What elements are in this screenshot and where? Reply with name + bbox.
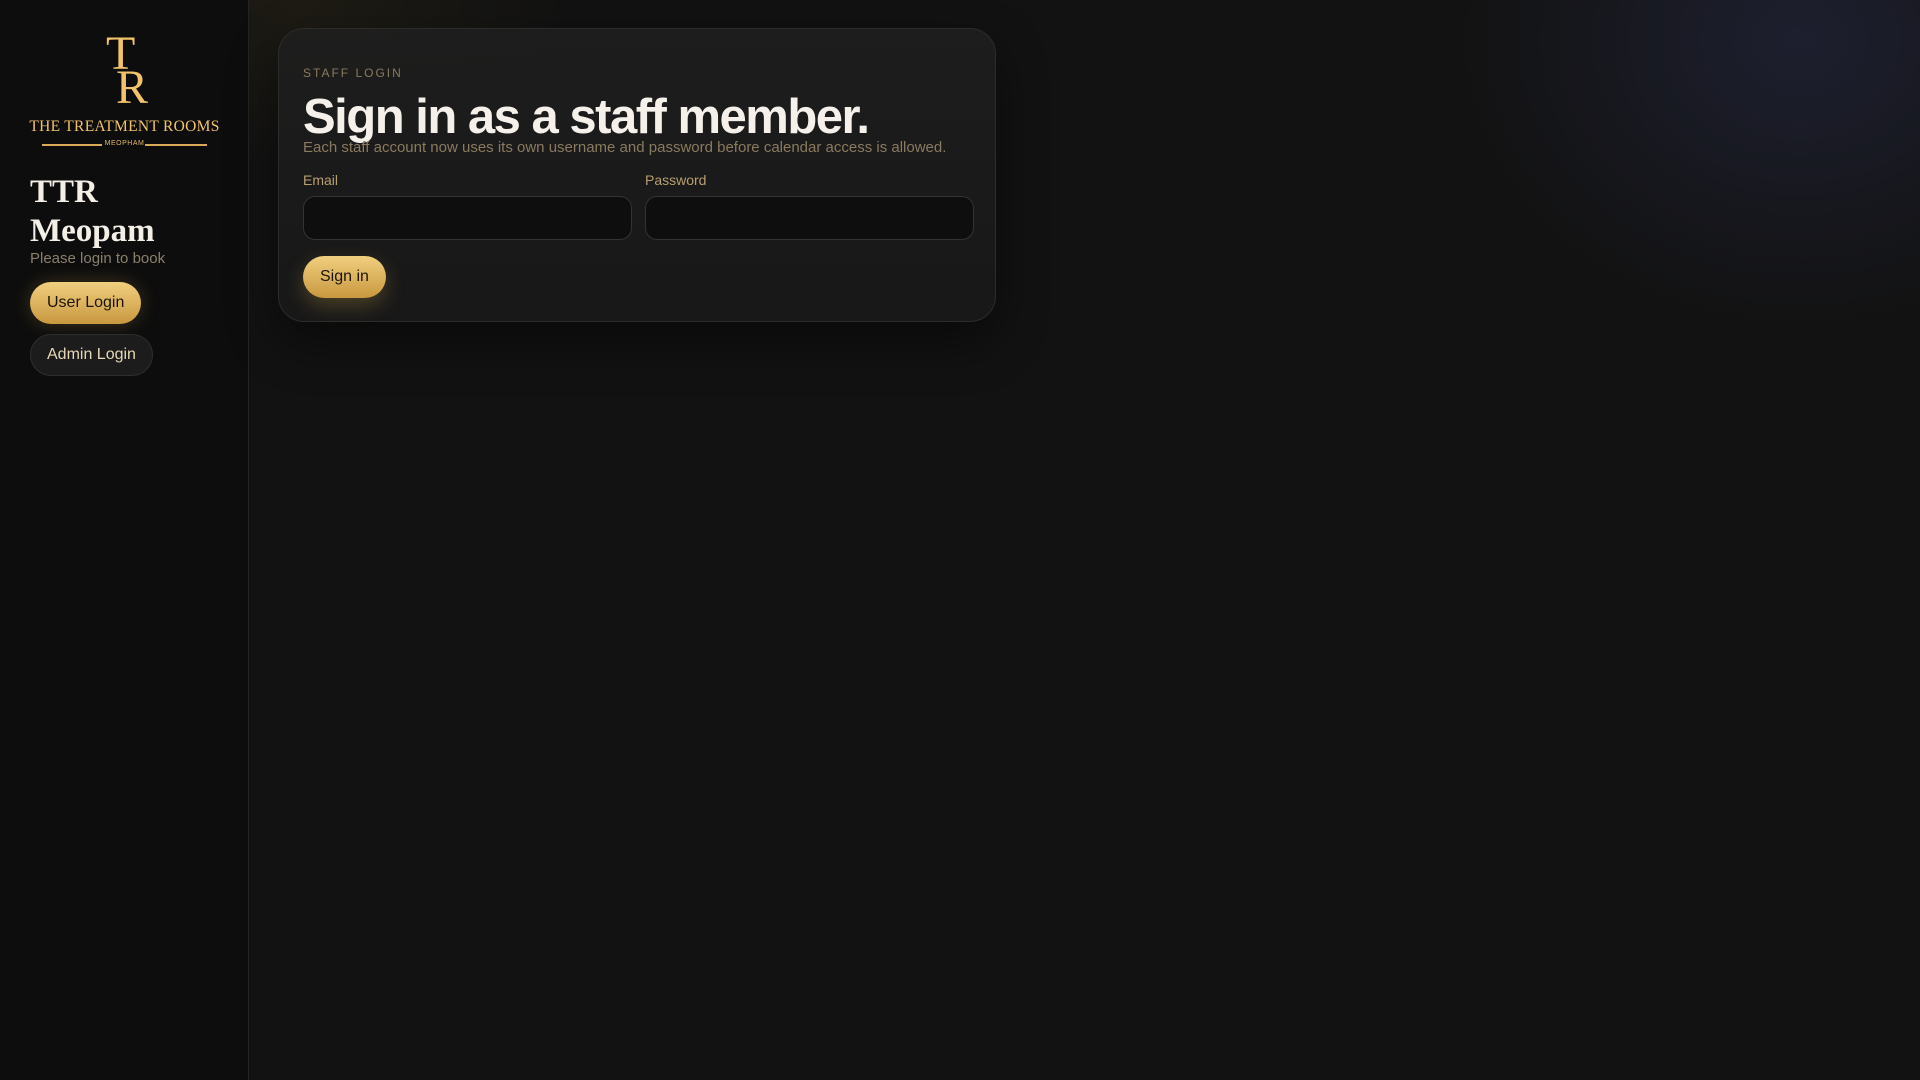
logo-monogram: T R <box>104 28 154 116</box>
logo-wordmark: THE TREATMENT ROOMS <box>29 118 220 135</box>
email-label: Email <box>303 172 339 188</box>
admin-login-button[interactable]: Admin Login <box>30 334 153 376</box>
user-login-button[interactable]: User Login <box>30 282 142 324</box>
logo-rule-right <box>145 144 207 146</box>
password-field-group: Password <box>645 172 974 240</box>
app-root: T R THE TREATMENT ROOMS MEOPHAM TTR Meop… <box>0 0 1920 1080</box>
sidebar: T R THE TREATMENT ROOMS MEOPHAM TTR Meop… <box>0 0 249 1080</box>
card-description: Each staff account now uses its own user… <box>303 139 947 156</box>
email-field-group: Email <box>303 172 632 240</box>
password-input[interactable] <box>645 196 974 240</box>
brand-subtitle: Please login to book <box>30 250 166 267</box>
staff-login-card: STAFF LOGIN Sign in as a staff member. E… <box>278 28 996 322</box>
main-content: STAFF LOGIN Sign in as a staff member. E… <box>249 0 1920 1080</box>
brand-title: TTR Meopam <box>30 174 155 249</box>
logo-location: MEOPHAM <box>42 139 207 149</box>
email-input[interactable] <box>303 196 632 240</box>
password-label: Password <box>645 172 707 188</box>
card-eyebrow: STAFF LOGIN <box>303 66 403 80</box>
logo-monogram-r: R <box>116 61 149 114</box>
brand-logo: T R THE TREATMENT ROOMS MEOPHAM <box>0 28 249 153</box>
card-title: Sign in as a staff member. <box>303 90 870 144</box>
sign-in-button[interactable]: Sign in <box>303 256 386 298</box>
